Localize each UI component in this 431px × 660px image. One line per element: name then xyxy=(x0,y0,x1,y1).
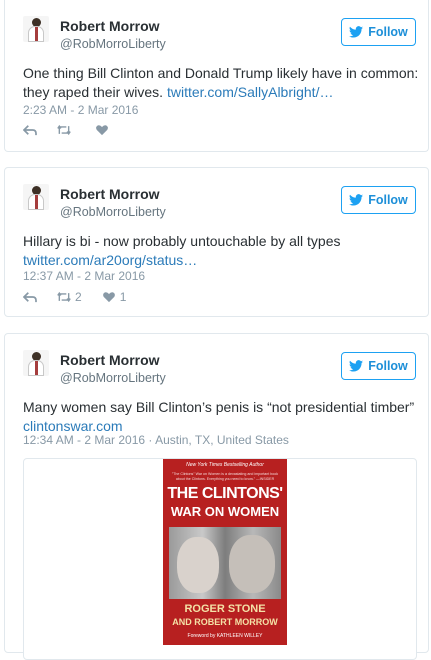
follow-button[interactable]: Follow xyxy=(341,18,416,46)
tweet-timestamp[interactable]: 12:37 AM - 2 Mar 2016 xyxy=(23,269,145,283)
book-author-line1: ROGER STONE xyxy=(184,603,266,615)
like-button[interactable] xyxy=(95,124,113,136)
author-name[interactable]: Robert Morrow xyxy=(60,186,160,202)
tweet-actions: 2 1 xyxy=(23,290,126,304)
twitter-bird-icon xyxy=(349,360,364,372)
tweet-card: Robert Morrow @RobMorroLiberty Follow Hi… xyxy=(4,167,429,317)
author-handle[interactable]: @RobMorroLiberty xyxy=(60,205,166,219)
author-name[interactable]: Robert Morrow xyxy=(60,352,160,368)
heart-icon xyxy=(96,125,108,136)
twitter-bird-icon xyxy=(349,26,364,38)
tweet-card: Robert Morrow @RobMorroLiberty Follow On… xyxy=(4,0,429,152)
reply-icon xyxy=(23,125,37,136)
book-title-line1: THE CLINTONS' xyxy=(167,485,283,502)
book-cover-image: New York Times Bestselling Author "The C… xyxy=(163,459,287,645)
book-foreword: Foreword by KATHLEEN WILLEY xyxy=(187,633,263,639)
tweet-body: Many women say Bill Clinton’s penis is “… xyxy=(23,399,415,415)
reply-button[interactable] xyxy=(23,291,37,303)
tweet-card: Robert Morrow @RobMorroLiberty Follow Ma… xyxy=(4,333,429,660)
tweet-text: Many women say Bill Clinton’s penis is “… xyxy=(23,398,423,436)
avatar[interactable] xyxy=(23,16,49,42)
follow-label: Follow xyxy=(368,193,408,207)
tweet-text: One thing Bill Clinton and Donald Trump … xyxy=(23,64,423,102)
tweet-timestamp[interactable]: 2:23 AM - 2 Mar 2016 xyxy=(23,103,138,117)
tweet-timestamp[interactable]: 12:34 AM - 2 Mar 2016 · Austin, TX, Unit… xyxy=(23,433,289,447)
link-card[interactable]: New York Times Bestselling Author "The C… xyxy=(23,458,417,660)
book-cover-photo xyxy=(169,527,281,599)
reply-icon xyxy=(23,292,37,303)
retweet-count: 2 xyxy=(75,290,82,304)
like-count: 1 xyxy=(119,290,127,304)
retweet-button[interactable] xyxy=(57,124,75,136)
tweet-link[interactable]: twitter.com/SallyAlbright/… xyxy=(167,84,334,100)
retweet-icon xyxy=(57,291,71,303)
follow-label: Follow xyxy=(368,359,408,373)
author-handle[interactable]: @RobMorroLiberty xyxy=(60,371,166,385)
author-handle[interactable]: @RobMorroLiberty xyxy=(60,37,166,51)
tweet-body: Hillary is bi - now probably untouchable… xyxy=(23,233,341,249)
avatar[interactable] xyxy=(23,350,49,376)
avatar[interactable] xyxy=(23,184,49,210)
retweet-button[interactable]: 2 xyxy=(57,290,82,304)
book-blurb: "The Clintons" War on Women is a devasta… xyxy=(171,472,279,481)
author-name[interactable]: Robert Morrow xyxy=(60,18,160,34)
twitter-bird-icon xyxy=(349,194,364,206)
book-title-line2: WAR ON WOMEN xyxy=(170,504,280,519)
tweet-text: Hillary is bi - now probably untouchable… xyxy=(23,232,423,270)
like-button[interactable]: 1 xyxy=(102,290,127,304)
retweet-icon xyxy=(57,124,71,136)
heart-icon xyxy=(102,292,115,303)
follow-button[interactable]: Follow xyxy=(341,352,416,380)
book-topline: New York Times Bestselling Author xyxy=(186,462,264,468)
tweet-actions xyxy=(23,124,113,136)
follow-label: Follow xyxy=(368,25,408,39)
book-author-line2: AND ROBERT MORROW xyxy=(172,617,278,627)
reply-button[interactable] xyxy=(23,124,37,136)
follow-button[interactable]: Follow xyxy=(341,186,416,214)
tweet-link[interactable]: twitter.com/ar20org/status… xyxy=(23,251,423,270)
